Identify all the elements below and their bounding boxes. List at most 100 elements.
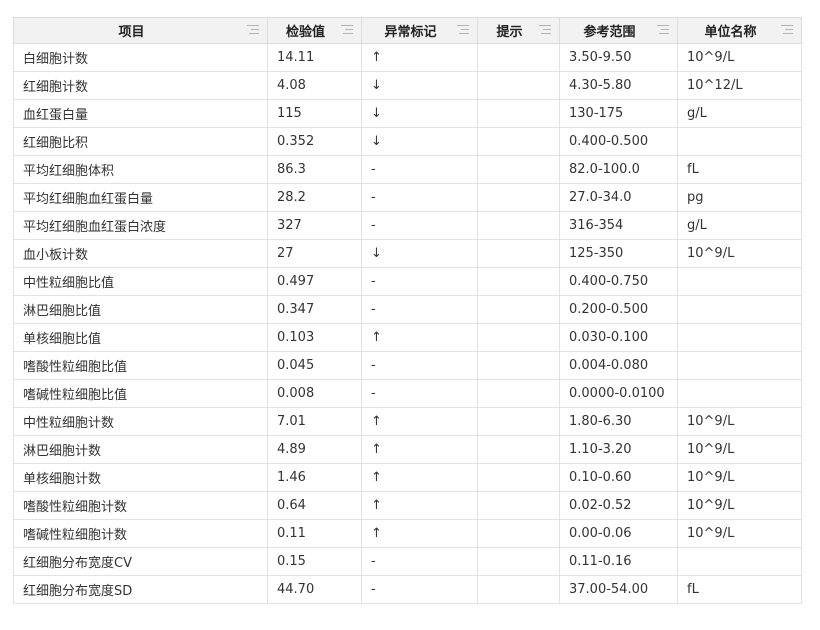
flag-cell: ↑ xyxy=(361,463,478,492)
item-cell: 平均红细胞体积 xyxy=(13,155,268,184)
item-cell: 中性粒细胞计数 xyxy=(13,407,268,436)
value-cell: 44.70 xyxy=(267,575,362,604)
table-row[interactable]: 嗜酸性粒细胞比值 0.045- 0.004-0.080 xyxy=(13,351,802,380)
value-cell: 0.045 xyxy=(267,351,362,380)
table-row[interactable]: 嗜碱性粒细胞计数 0.11 ↑ 0.00-0.06 10^9/L xyxy=(13,519,802,548)
value-cell: 14.11 xyxy=(267,43,362,72)
hint-cell xyxy=(477,239,560,268)
column-menu-icon[interactable] xyxy=(657,25,669,36)
table-body: 白细胞计数 14.11 ↑ 3.50-9.50 10^9/L 红细胞计数 4.08 ↓ 4.30… xyxy=(13,43,802,604)
table-row[interactable]: 白细胞计数 14.11 ↑ 3.50-9.50 10^9/L xyxy=(13,43,802,72)
hint-cell xyxy=(477,351,560,380)
table-row[interactable]: 红细胞计数 4.08 ↓ 4.30-5.80 10^12/L xyxy=(13,71,802,100)
value-cell: 327 xyxy=(267,211,362,240)
value-cell: 86.3 xyxy=(267,155,362,184)
item-cell: 嗜酸性粒细胞比值 xyxy=(13,351,268,380)
item-cell: 嗜碱性粒细胞计数 xyxy=(13,519,268,548)
hint-cell xyxy=(477,127,560,156)
hint-cell xyxy=(477,407,560,436)
unit-cell: 10^9/L xyxy=(677,463,802,492)
flag-cell: - xyxy=(361,295,478,324)
table-row[interactable]: 中性粒细胞计数 7.01 ↑ 1.80-6.30 10^9/L xyxy=(13,407,802,436)
unit-cell: 10^9/L xyxy=(677,407,802,436)
flag-cell: ↓ xyxy=(361,99,478,128)
hint-cell xyxy=(477,547,560,576)
table-row[interactable]: 嗜酸性粒细胞计数 0.64 ↑ 0.02-0.52 10^9/L xyxy=(13,491,802,520)
flag-cell: - xyxy=(361,267,478,296)
table-row[interactable]: 平均红细胞血红蛋白量 28.2- 27.0-34.0 pg xyxy=(13,183,802,212)
column-menu-icon[interactable] xyxy=(781,25,793,36)
table-row[interactable]: 红细胞分布宽度CV 0.15- 0.11-0.16 xyxy=(13,547,802,576)
item-cell: 单核细胞计数 xyxy=(13,463,268,492)
table-row[interactable]: 中性粒细胞比值 0.497- 0.400-0.750 xyxy=(13,267,802,296)
item-cell: 淋巴细胞比值 xyxy=(13,295,268,324)
table-row[interactable]: 红细胞比积 0.352 ↓ 0.400-0.500 xyxy=(13,127,802,156)
item-cell: 红细胞分布宽度SD xyxy=(13,575,268,604)
value-cell: 0.352 xyxy=(267,127,362,156)
value-cell: 0.347 xyxy=(267,295,362,324)
value-cell: 4.08 xyxy=(267,71,362,100)
column-header-flag[interactable]: 异常标记 xyxy=(361,17,478,44)
item-cell: 红细胞分布宽度CV xyxy=(13,547,268,576)
column-header-item[interactable]: 项目 xyxy=(13,17,268,44)
hint-cell xyxy=(477,463,560,492)
range-cell: 0.400-0.500 xyxy=(559,127,678,156)
flag-cell: - xyxy=(361,351,478,380)
table-row[interactable]: 血红蛋白量 115 ↓ 130-175 g/L xyxy=(13,99,802,128)
hint-cell xyxy=(477,211,560,240)
range-cell: 1.10-3.20 xyxy=(559,435,678,464)
item-cell: 中性粒细胞比值 xyxy=(13,267,268,296)
flag-cell: ↑ xyxy=(361,491,478,520)
item-cell: 红细胞比积 xyxy=(13,127,268,156)
unit-cell: g/L xyxy=(677,211,802,240)
unit-cell: 10^9/L xyxy=(677,491,802,520)
flag-cell: - xyxy=(361,211,478,240)
hint-cell xyxy=(477,43,560,72)
column-menu-icon[interactable] xyxy=(457,25,469,36)
unit-cell: 10^12/L xyxy=(677,71,802,100)
column-header-value[interactable]: 检验值 xyxy=(267,17,362,44)
unit-cell xyxy=(677,547,802,576)
item-cell: 血红蛋白量 xyxy=(13,99,268,128)
range-cell: 4.30-5.80 xyxy=(559,71,678,100)
unit-cell xyxy=(677,351,802,380)
range-cell: 3.50-9.50 xyxy=(559,43,678,72)
table-row[interactable]: 淋巴细胞计数 4.89 ↑ 1.10-3.20 10^9/L xyxy=(13,435,802,464)
value-cell: 115 xyxy=(267,99,362,128)
column-header-hint[interactable]: 提示 xyxy=(477,17,560,44)
range-cell: 0.200-0.500 xyxy=(559,295,678,324)
table-row[interactable]: 平均红细胞体积 86.3- 82.0-100.0 fL xyxy=(13,155,802,184)
flag-cell: ↑ xyxy=(361,407,478,436)
table-row[interactable]: 平均红细胞血红蛋白浓度 327- 316-354 g/L xyxy=(13,211,802,240)
item-cell: 平均红细胞血红蛋白浓度 xyxy=(13,211,268,240)
range-cell: 0.11-0.16 xyxy=(559,547,678,576)
range-cell: 0.00-0.06 xyxy=(559,519,678,548)
column-menu-icon[interactable] xyxy=(247,25,259,36)
item-cell: 单核细胞比值 xyxy=(13,323,268,352)
unit-cell xyxy=(677,267,802,296)
range-cell: 27.0-34.0 xyxy=(559,183,678,212)
column-menu-icon[interactable] xyxy=(539,25,551,36)
header-row: 项目 检验值 异常标记 提示 参考范围 单位名称 xyxy=(13,17,802,44)
hint-cell xyxy=(477,435,560,464)
table-row[interactable]: 血小板计数 27 ↓ 125-350 10^9/L xyxy=(13,239,802,268)
hint-cell xyxy=(477,267,560,296)
table-row[interactable]: 淋巴细胞比值 0.347- 0.200-0.500 xyxy=(13,295,802,324)
range-cell: 125-350 xyxy=(559,239,678,268)
unit-cell xyxy=(677,323,802,352)
unit-cell: pg xyxy=(677,183,802,212)
table-row[interactable]: 单核细胞比值 0.103 ↑ 0.030-0.100 xyxy=(13,323,802,352)
item-cell: 平均红细胞血红蛋白量 xyxy=(13,183,268,212)
column-header-unit[interactable]: 单位名称 xyxy=(677,17,802,44)
table-row[interactable]: 嗜碱性粒细胞比值 0.008- 0.0000-0.0100 xyxy=(13,379,802,408)
range-cell: 0.0000-0.0100 xyxy=(559,379,678,408)
value-cell: 0.103 xyxy=(267,323,362,352)
unit-cell: 10^9/L xyxy=(677,239,802,268)
range-cell: 0.004-0.080 xyxy=(559,351,678,380)
column-header-range[interactable]: 参考范围 xyxy=(559,17,678,44)
hint-cell xyxy=(477,491,560,520)
table-row[interactable]: 单核细胞计数 1.46 ↑ 0.10-0.60 10^9/L xyxy=(13,463,802,492)
column-menu-icon[interactable] xyxy=(341,25,353,36)
value-cell: 0.15 xyxy=(267,547,362,576)
table-row[interactable]: 红细胞分布宽度SD 44.70- 37.00-54.00 fL xyxy=(13,575,802,604)
